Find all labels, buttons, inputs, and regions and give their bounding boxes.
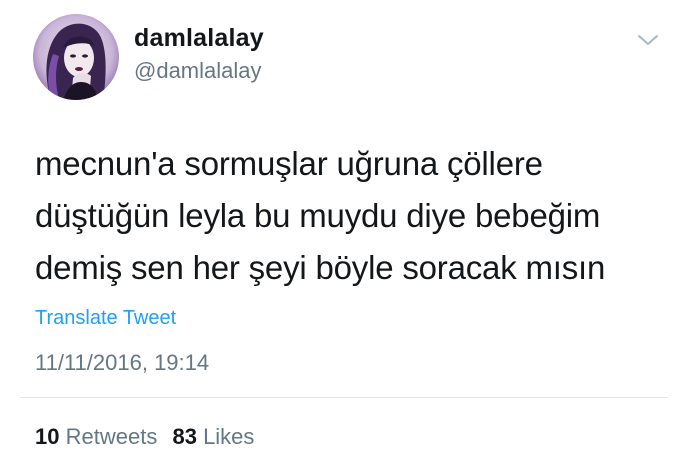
likes-count: 83 (172, 424, 197, 449)
likes-stat[interactable]: 83 Likes (172, 424, 254, 449)
avatar-image (33, 14, 119, 100)
retweets-stat[interactable]: 10 Retweets (35, 424, 157, 449)
user-handle[interactable]: @damlalalay (134, 58, 262, 84)
translate-tweet-link[interactable]: Translate Tweet (35, 307, 176, 330)
tweet-card: damlalalay @damlalalay mecnun'a sormuşla… (0, 0, 690, 466)
retweets-count: 10 (35, 424, 60, 449)
display-name[interactable]: damlalalay (134, 24, 264, 53)
tweet-timestamp[interactable]: 11/11/2016, 19:14 (35, 350, 209, 376)
avatar[interactable] (33, 14, 119, 100)
likes-label: Likes (203, 424, 255, 449)
tweet-text: mecnun'a sormuşlar uğruna çöllere düştüğ… (35, 145, 606, 286)
chevron-down-icon[interactable] (636, 32, 660, 48)
retweets-label: Retweets (65, 424, 158, 449)
tweet-stats: 10 Retweets 83 Likes (35, 424, 263, 450)
divider (20, 397, 668, 398)
